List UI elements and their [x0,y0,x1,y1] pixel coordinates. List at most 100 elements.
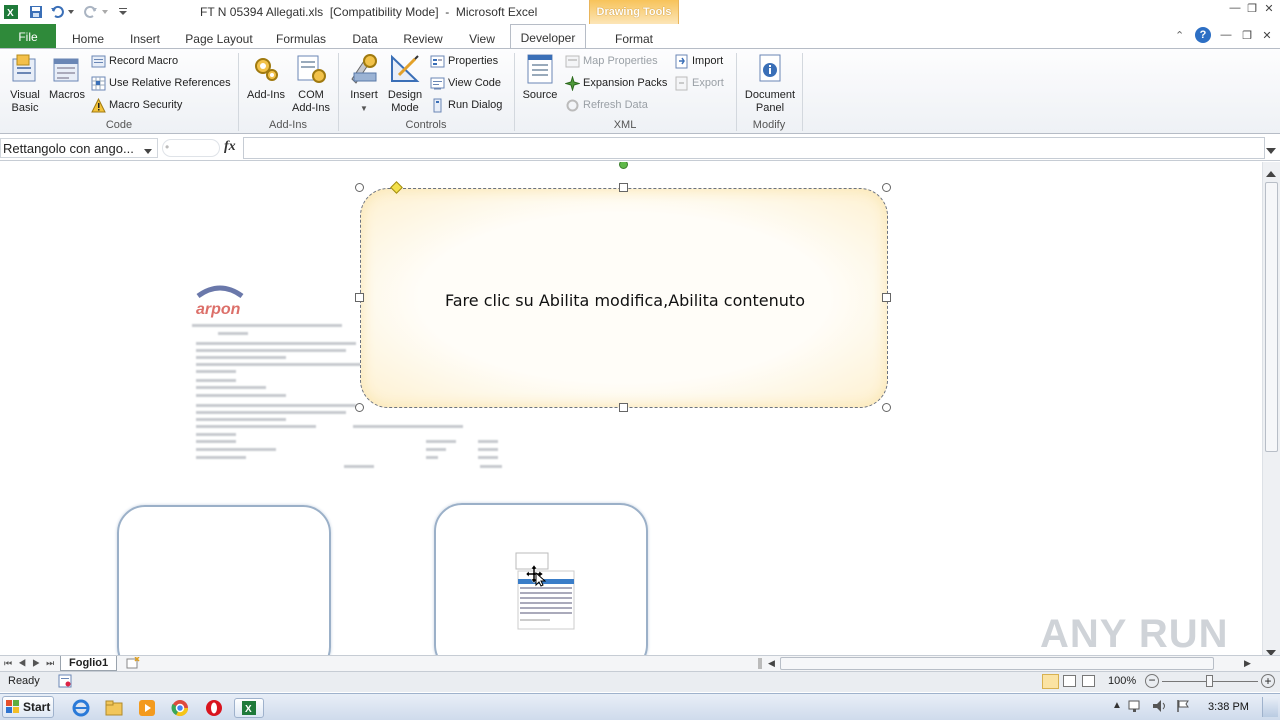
tab-review[interactable]: Review [398,28,448,48]
properties-button[interactable]: Properties [430,52,498,70]
record-macro-button[interactable]: Record Macro [91,52,178,70]
horizontal-scroll-thumb[interactable] [780,657,1214,670]
restore-workbook-icon[interactable]: ❐ [1240,29,1254,43]
expansion-packs-button[interactable]: Expansion Packs [565,74,667,92]
network-icon[interactable] [1128,699,1144,716]
save-icon[interactable] [27,3,45,21]
add-ins-button[interactable]: Add-Ins [244,51,288,102]
macros-button[interactable]: Macros [46,51,88,102]
insert-function-icon[interactable]: fx [224,139,236,155]
windows-taskbar: Start X ▲ 3:38 PM [0,693,1280,720]
sheet-tab-foglio1[interactable]: Foglio1 [60,656,118,671]
undo-icon[interactable] [48,3,66,21]
resize-handle[interactable] [882,403,891,412]
volume-icon[interactable] [1152,699,1168,716]
rotate-handle[interactable] [619,162,628,169]
minimize-window-icon[interactable]: — [1228,2,1242,16]
resize-handle[interactable] [619,403,628,412]
redo-dropdown-icon[interactable] [100,3,110,21]
opera-icon[interactable] [203,698,225,718]
minimize-ribbon-icon[interactable]: ⌃ [1175,29,1184,42]
zoom-out-icon[interactable]: − [1145,674,1159,688]
warning-icon [91,97,106,112]
zoom-slider-thumb[interactable] [1206,675,1213,687]
tab-file[interactable]: File [0,24,56,48]
resize-handle[interactable] [355,293,364,302]
internet-explorer-icon[interactable] [70,698,92,718]
refresh-data-button[interactable]: Refresh Data [565,96,648,114]
sheet-nav-icons[interactable]: ⏮◀▶⏭ [4,658,60,669]
tab-formulas[interactable]: Formulas [270,28,332,48]
vertical-scrollbar[interactable] [1262,162,1280,656]
close-window-icon[interactable]: ✕ [1262,2,1276,16]
tab-insert[interactable]: Insert [121,28,169,48]
rounded-box-right[interactable] [434,503,648,655]
show-hidden-icons[interactable]: ▲ [1112,700,1122,711]
run-dialog-button[interactable]: Run Dialog [430,96,502,114]
resize-handle[interactable] [882,183,891,192]
name-box[interactable]: Rettangolo con ango... [0,138,158,158]
resize-handle[interactable] [355,183,364,192]
redo-icon[interactable] [82,3,100,21]
formula-input[interactable] [243,137,1265,159]
minimize-workbook-icon[interactable]: — [1219,29,1233,43]
toolbox-icon [348,53,380,85]
tab-data[interactable]: Data [342,28,388,48]
macro-record-status-icon[interactable] [58,674,72,691]
close-workbook-icon[interactable]: ✕ [1260,29,1274,43]
show-desktop-button[interactable] [1262,697,1278,717]
macro-security-button[interactable]: Macro Security [91,96,182,114]
tab-page-layout[interactable]: Page Layout [180,28,258,48]
expand-formula-bar-icon[interactable] [1266,143,1276,157]
normal-view-icon[interactable] [1042,674,1059,689]
help-icon[interactable]: ? [1195,27,1211,43]
rounded-rectangle-shape[interactable]: Fare clic su Abilita modifica,Abilita co… [360,188,888,408]
gears-icon [250,53,282,85]
tab-split-handle[interactable] [758,658,762,669]
action-center-flag-icon[interactable] [1176,699,1190,716]
visual-basic-button[interactable]: Visual Basic [4,51,46,115]
resize-handle[interactable] [619,183,628,192]
import-button[interactable]: Import [674,52,723,70]
export-button[interactable]: Export [674,74,724,92]
scroll-thumb[interactable] [1265,182,1278,452]
tab-developer[interactable]: Developer [510,24,586,48]
design-mode-button[interactable]: Design Mode [385,51,425,115]
scroll-right-icon[interactable]: ▶ [1244,658,1251,669]
scroll-up-icon[interactable] [1266,166,1276,180]
worksheet-area[interactable]: arpon Fare clic su Abilita modifica,Abil… [0,162,1262,655]
xml-source-button[interactable]: Source [520,51,560,102]
page-layout-view-icon[interactable] [1063,675,1076,687]
chrome-icon[interactable] [169,698,191,718]
document-panel-button[interactable]: Document Panel [740,51,800,115]
tab-view[interactable]: View [460,28,504,48]
page-break-preview-icon[interactable] [1082,675,1095,687]
view-code-button[interactable]: View Code [430,74,501,92]
map-properties-button[interactable]: Map Properties [565,52,658,70]
undo-dropdown-icon[interactable] [66,3,76,21]
media-player-icon[interactable] [136,698,158,718]
insert-controls-button[interactable]: Insert ▼ [344,51,384,115]
com-add-ins-label: COM Add-Ins [292,89,330,114]
com-add-ins-icon [295,53,327,85]
start-button[interactable]: Start [2,696,54,718]
restore-window-icon[interactable]: ❐ [1245,2,1259,16]
com-add-ins-button[interactable]: COM Add-Ins [289,51,333,115]
xml-source-label: Source [522,89,558,101]
zoom-level[interactable]: 100% [1108,675,1136,687]
resize-handle[interactable] [882,293,891,302]
zoom-in-icon[interactable]: + [1261,674,1275,688]
name-box-dropdown-icon[interactable] [144,143,152,157]
file-explorer-icon[interactable] [103,698,125,718]
insert-sheet-icon[interactable] [126,656,140,672]
customize-qat-icon[interactable] [114,3,132,21]
use-relative-references-button[interactable]: Use Relative References [91,74,231,92]
rounded-box-left[interactable] [117,505,331,655]
excel-taskbar-button[interactable]: X [234,698,264,718]
tab-home[interactable]: Home [64,28,112,48]
excel-app-icon[interactable]: X [2,3,20,21]
tab-format[interactable]: Format [598,28,670,48]
xml-source-icon [524,53,556,85]
scroll-left-icon[interactable]: ◀ [768,658,775,669]
resize-handle[interactable] [355,403,364,412]
